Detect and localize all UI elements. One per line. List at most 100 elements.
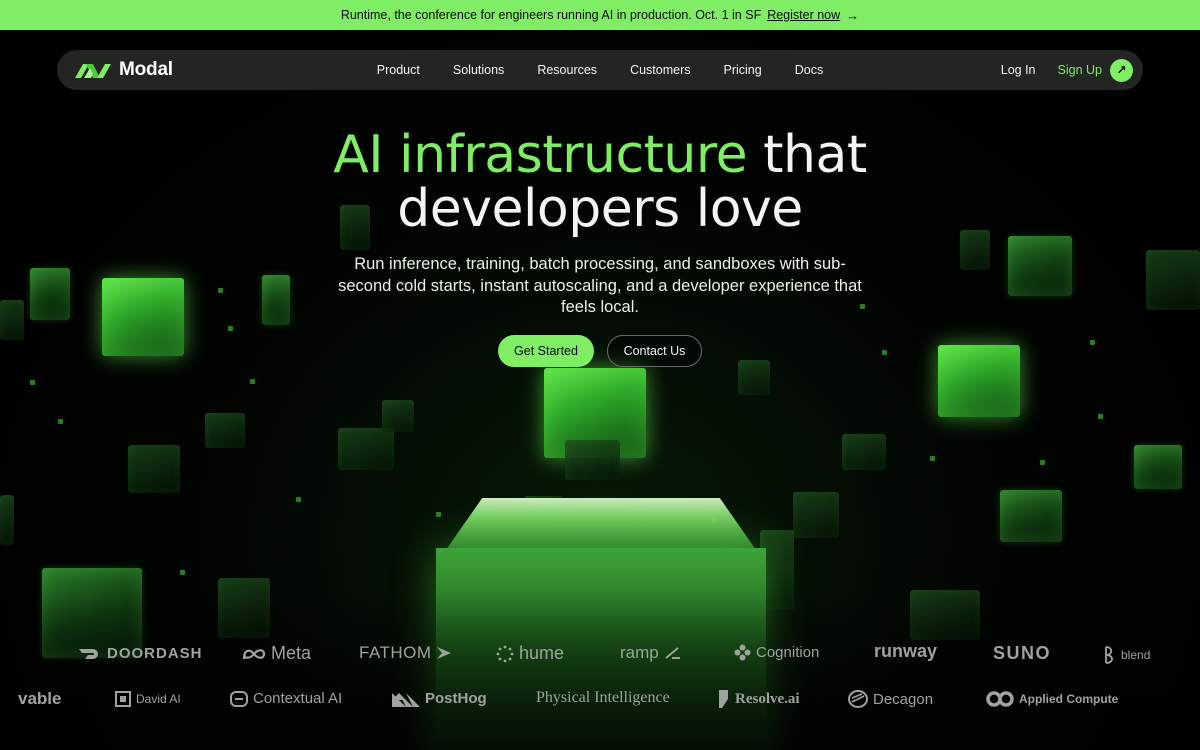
particle — [1098, 414, 1103, 419]
hero-title-accent: AI infrastructure — [333, 125, 748, 185]
logo-contextual-ai: Contextual AI — [230, 690, 342, 707]
logo-applied-compute: Applied Compute — [986, 691, 1118, 707]
contact-us-button[interactable]: Contact Us — [607, 335, 702, 367]
blend-icon — [1105, 646, 1113, 664]
glowing-cube — [128, 445, 180, 493]
get-started-button[interactable]: Get Started — [498, 335, 594, 367]
glowing-cube — [30, 268, 70, 320]
glowing-cube — [1146, 250, 1200, 310]
glowing-cube — [960, 230, 990, 270]
glowing-cube — [382, 400, 414, 432]
logo-decagon: Decagon — [848, 690, 933, 708]
glowing-cube — [102, 278, 184, 356]
logo-physical-intelligence: Physical Intelligence — [536, 689, 670, 707]
glowing-cube — [938, 345, 1020, 417]
contextual-ai-icon — [230, 690, 248, 707]
nav-item-product[interactable]: Product — [360, 63, 436, 77]
logo-lovable-text: vable — [18, 689, 62, 708]
hero-cube-top — [445, 498, 757, 550]
meta-icon — [242, 648, 266, 659]
particle — [1090, 340, 1095, 345]
nav-actions: Log In Sign Up ↗ — [1001, 50, 1133, 90]
glowing-cube — [262, 275, 290, 325]
particle — [180, 570, 185, 575]
glowing-cube — [842, 434, 886, 470]
logo-david-ai: David AI — [115, 691, 181, 707]
glowing-cube — [0, 300, 24, 340]
logo-david-ai-text: David AI — [136, 692, 181, 706]
particle — [250, 379, 255, 384]
nav-item-customers[interactable]: Customers — [614, 63, 707, 77]
brand-name: Modal — [119, 59, 173, 80]
logo-blend: blend — [1104, 646, 1150, 664]
logo-hume-text: hume — [519, 643, 565, 663]
arrow-right-icon[interactable]: → — [846, 8, 859, 23]
register-now-link[interactable]: Register now — [767, 8, 840, 22]
ramp-icon — [665, 647, 680, 659]
logo-runway: runway — [874, 641, 937, 662]
nav-item-docs[interactable]: Docs — [778, 63, 839, 77]
logo-cognition: Cognition — [734, 644, 819, 661]
logo-doordash: DOORDASH — [78, 645, 203, 662]
logo-contextual-ai-text: Contextual AI — [253, 690, 343, 707]
logo-resolve-ai: Resolve.ai — [718, 689, 800, 709]
customer-logos-row-2: vable David AI Contextual AI PostHog Phy… — [0, 689, 1200, 715]
hero-subtitle: Run inference, training, batch processin… — [338, 255, 862, 316]
announcement-bar: Runtime, the conference for engineers ru… — [0, 0, 1200, 30]
glowing-cube — [1008, 236, 1072, 296]
hume-icon — [496, 645, 514, 662]
logo-posthog-text: PostHog — [425, 690, 487, 707]
nav-links: Product Solutions Resources Customers Pr… — [57, 50, 1143, 90]
signup-button[interactable]: Sign Up ↗ — [1057, 58, 1133, 82]
logo-ramp-text: ramp — [620, 643, 659, 662]
particle — [882, 350, 887, 355]
logo-fathom: FATHOM — [359, 643, 451, 663]
nav-item-pricing[interactable]: Pricing — [707, 63, 778, 77]
top-nav: Product Solutions Resources Customers Pr… — [57, 50, 1143, 90]
glowing-cube — [793, 492, 839, 538]
arrow-up-right-icon: ↗ — [1110, 58, 1133, 82]
announcement-text: Runtime, the conference for engineers ru… — [340, 8, 762, 22]
logo-cognition-text: Cognition — [756, 644, 820, 661]
customer-logos-row-1: DOORDASH Meta FATHOM hume ramp Cognition… — [0, 641, 1200, 669]
logo-resolve-ai-text: Resolve.ai — [735, 690, 800, 707]
resolve-ai-icon — [719, 690, 728, 708]
logo-decagon-text: Decagon — [873, 690, 934, 708]
logo-doordash-text: DOORDASH — [107, 645, 203, 662]
logo-blend-text: blend — [1121, 648, 1151, 662]
nav-item-resources[interactable]: Resources — [521, 63, 614, 77]
brand-logo-link[interactable]: Modal — [75, 50, 173, 90]
logo-meta: Meta — [242, 643, 311, 664]
glowing-cube — [565, 440, 620, 480]
posthog-icon — [392, 692, 420, 707]
logo-fathom-text: FATHOM — [359, 643, 432, 662]
particle — [30, 380, 35, 385]
glowing-cube — [1000, 490, 1062, 542]
logo-runway-text: runway — [874, 641, 938, 661]
hero-title-rest: that — [747, 125, 867, 185]
login-link[interactable]: Log In — [1001, 63, 1036, 77]
cognition-icon — [734, 644, 751, 661]
particle — [296, 497, 301, 502]
logo-posthog: PostHog — [392, 690, 487, 707]
glowing-cube — [0, 495, 14, 545]
logo-suno: SUNO — [993, 643, 1051, 664]
hero-title-line-2: developers love — [397, 179, 803, 239]
signup-label: Sign Up — [1057, 63, 1102, 77]
hero-title: AI infrastructure that developers love — [0, 128, 1200, 236]
logo-lovable: vable — [18, 689, 61, 709]
bottom-fade — [0, 590, 1200, 750]
decagon-icon — [848, 690, 868, 708]
david-ai-icon — [115, 691, 131, 707]
particle — [930, 456, 935, 461]
glowing-cube — [338, 428, 394, 470]
nav-item-solutions[interactable]: Solutions — [436, 63, 520, 77]
particle — [58, 419, 63, 424]
logo-suno-text: SUNO — [993, 643, 1052, 663]
particle — [228, 326, 233, 331]
logo-ramp: ramp — [620, 643, 680, 663]
glowing-cube — [738, 360, 770, 395]
glowing-cube — [205, 413, 245, 448]
modal-logo-icon — [75, 64, 111, 78]
applied-compute-icon — [986, 691, 1014, 707]
